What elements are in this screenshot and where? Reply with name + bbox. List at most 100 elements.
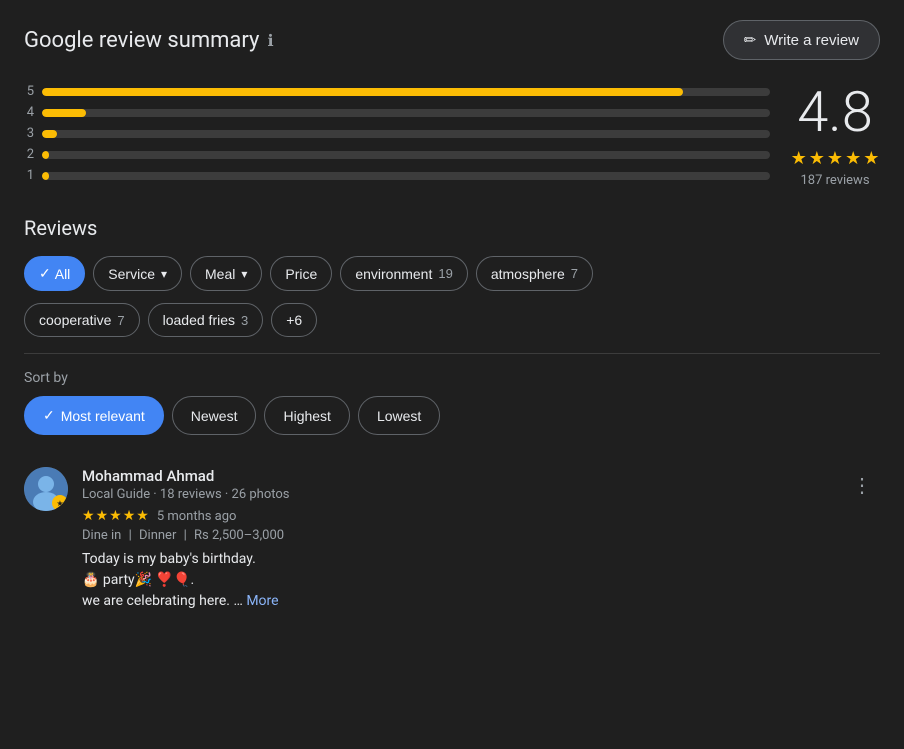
r-star-3: ★ bbox=[109, 508, 122, 524]
chip-label: cooperative bbox=[39, 312, 111, 328]
review-actions: ⋮ bbox=[844, 467, 880, 612]
bar-inner-1 bbox=[42, 172, 49, 180]
sort-label-text: Highest bbox=[283, 408, 330, 424]
filter-chips-row1: ✓ AllService ▾Meal ▾Priceenvironment 19a… bbox=[24, 256, 880, 291]
write-review-button[interactable]: ✏ Write a review bbox=[723, 20, 880, 60]
tag-sep-2: | bbox=[184, 528, 187, 543]
page-title: Google review summary bbox=[24, 28, 259, 53]
filter-chip-more[interactable]: +6 bbox=[271, 303, 317, 337]
bar-row-2: 2 bbox=[24, 147, 770, 162]
review-line1: Today is my baby's birthday. bbox=[82, 551, 256, 567]
sort-label-text: Lowest bbox=[377, 408, 421, 424]
bar-inner-5 bbox=[42, 88, 683, 96]
filter-chip-cooperative[interactable]: cooperative 7 bbox=[24, 303, 140, 337]
tag-sep-1: | bbox=[129, 528, 132, 543]
review-line2: 🎂 party🎉 ❣️🎈. bbox=[82, 572, 194, 588]
chip-count: 3 bbox=[241, 313, 248, 328]
reviews-title: Reviews bbox=[24, 216, 880, 240]
check-icon: ✓ bbox=[39, 265, 51, 282]
reviewer-name: Mohammad Ahmad bbox=[82, 467, 830, 485]
star-4: ★ bbox=[845, 148, 861, 169]
review-count: 187 reviews bbox=[800, 173, 869, 188]
review-content: Mohammad Ahmad Local Guide · 18 reviews … bbox=[82, 467, 830, 612]
filter-chip-price[interactable]: Price bbox=[270, 256, 332, 291]
bar-label-3: 3 bbox=[24, 126, 34, 141]
chevron-down-icon: ▾ bbox=[241, 267, 247, 281]
review-more-options-button[interactable]: ⋮ bbox=[844, 467, 880, 503]
bar-row-4: 4 bbox=[24, 105, 770, 120]
sort-chip-newest[interactable]: Newest bbox=[172, 396, 257, 435]
rating-section: 5 4 3 2 1 4.8 ★ ★ ★ ★ ★ 187 revie bbox=[24, 84, 880, 188]
review-text: Today is my baby's birthday. 🎂 party🎉 ❣️… bbox=[82, 549, 830, 612]
sort-chip-most-relevant[interactable]: ✓ Most relevant bbox=[24, 396, 164, 435]
pencil-icon: ✏ bbox=[744, 31, 757, 49]
bar-row-1: 1 bbox=[24, 168, 770, 183]
bar-inner-2 bbox=[42, 151, 49, 159]
review-tags: Dine in | Dinner | Rs 2,500–3,000 bbox=[82, 528, 830, 543]
chip-label: loaded fries bbox=[163, 312, 235, 328]
star-3: ★ bbox=[827, 148, 843, 169]
filter-chip-all[interactable]: ✓ All bbox=[24, 256, 85, 291]
sort-label-text: Most relevant bbox=[61, 408, 145, 424]
sort-chip-lowest[interactable]: Lowest bbox=[358, 396, 440, 435]
rating-score: 4.8 bbox=[797, 84, 873, 140]
chip-label: All bbox=[55, 266, 71, 282]
review-stars: ★ ★ ★ ★ ★ bbox=[82, 508, 149, 524]
divider bbox=[24, 353, 880, 354]
sort-label: Sort by bbox=[24, 370, 880, 386]
bar-label-4: 4 bbox=[24, 105, 34, 120]
local-guide-badge: ★ bbox=[52, 495, 68, 511]
sort-chips: ✓ Most relevantNewestHighestLowest bbox=[24, 396, 880, 435]
review-stars-row: ★ ★ ★ ★ ★ 5 months ago bbox=[82, 508, 830, 524]
filter-chip-service[interactable]: Service ▾ bbox=[93, 256, 182, 291]
bar-inner-3 bbox=[42, 130, 57, 138]
bar-label-5: 5 bbox=[24, 84, 34, 99]
bar-outer-1 bbox=[42, 172, 770, 180]
dine-type-tag: Dine in bbox=[82, 528, 121, 543]
review-more-link[interactable]: More bbox=[246, 593, 278, 609]
star-5: ★ bbox=[863, 148, 879, 169]
avatar: ★ bbox=[24, 467, 68, 511]
bar-row-5: 5 bbox=[24, 84, 770, 99]
r-star-4: ★ bbox=[123, 508, 136, 524]
rating-bars: 5 4 3 2 1 bbox=[24, 84, 770, 183]
filter-chips-row2: cooperative 7loaded fries 3+6 bbox=[24, 303, 880, 337]
bar-outer-2 bbox=[42, 151, 770, 159]
rating-stars: ★ ★ ★ ★ ★ bbox=[791, 148, 880, 169]
chip-count: 19 bbox=[438, 266, 452, 281]
star-1: ★ bbox=[791, 148, 807, 169]
filter-chip-atmosphere[interactable]: atmosphere 7 bbox=[476, 256, 593, 291]
rating-display: 4.8 ★ ★ ★ ★ ★ 187 reviews bbox=[790, 84, 880, 188]
meal-type-tag: Dinner bbox=[139, 528, 176, 543]
filter-chip-environment[interactable]: environment 19 bbox=[340, 256, 468, 291]
chip-label: atmosphere bbox=[491, 266, 565, 282]
r-star-2: ★ bbox=[96, 508, 109, 524]
filter-chip-loaded-fries[interactable]: loaded fries 3 bbox=[148, 303, 264, 337]
page-header: Google review summary ℹ ✏ Write a review bbox=[24, 20, 880, 60]
title-group: Google review summary ℹ bbox=[24, 28, 274, 53]
bar-outer-3 bbox=[42, 130, 770, 138]
bar-row-3: 3 bbox=[24, 126, 770, 141]
chip-label: Service bbox=[108, 266, 155, 282]
bar-inner-4 bbox=[42, 109, 86, 117]
review-card: ★ Mohammad Ahmad Local Guide · 18 review… bbox=[24, 455, 880, 624]
chevron-down-icon: ▾ bbox=[161, 267, 167, 281]
info-icon[interactable]: ℹ bbox=[267, 31, 273, 50]
reviewer-meta: Local Guide · 18 reviews · 26 photos bbox=[82, 487, 830, 502]
bar-label-1: 1 bbox=[24, 168, 34, 183]
chip-label: Price bbox=[285, 266, 317, 282]
r-star-5: ★ bbox=[136, 508, 149, 524]
filter-chip-meal[interactable]: Meal ▾ bbox=[190, 256, 262, 291]
chip-label: environment bbox=[355, 266, 432, 282]
review-time: 5 months ago bbox=[157, 509, 237, 524]
chip-label: +6 bbox=[286, 312, 302, 328]
price-tag: Rs 2,500–3,000 bbox=[194, 528, 284, 543]
chip-count: 7 bbox=[571, 266, 578, 281]
sort-chip-highest[interactable]: Highest bbox=[264, 396, 349, 435]
check-icon: ✓ bbox=[43, 407, 55, 424]
bar-outer-5 bbox=[42, 88, 770, 96]
write-review-label: Write a review bbox=[764, 32, 859, 49]
bar-outer-4 bbox=[42, 109, 770, 117]
r-star-1: ★ bbox=[82, 508, 95, 524]
chip-label: Meal bbox=[205, 266, 235, 282]
